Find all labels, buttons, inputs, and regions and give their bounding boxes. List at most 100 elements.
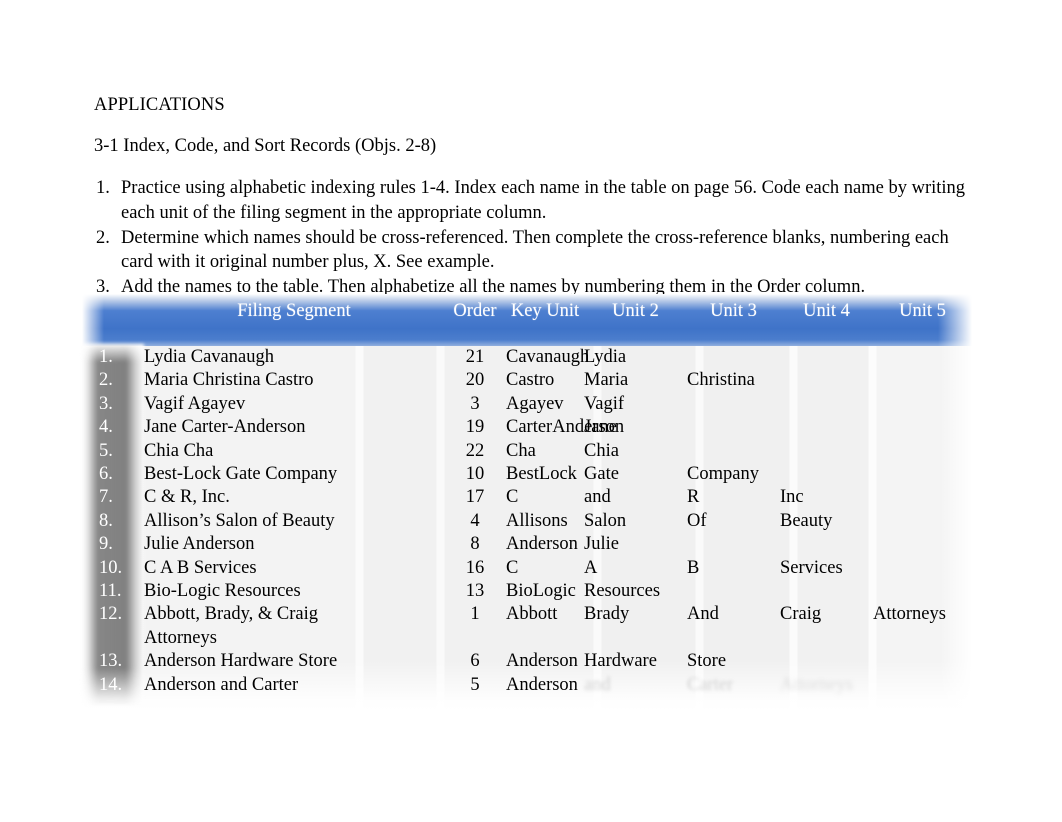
cell-unit-2: Lydia: [584, 347, 627, 367]
table-row: 2. Maria Christina Castro 20 Castro Maria Chr…: [82, 369, 972, 392]
cell-key-unit: Cha: [506, 440, 536, 461]
table-row: 7. C & R, Inc. 17 Cand R Inc: [82, 486, 972, 509]
cell-unit-5: Attorneys: [873, 604, 946, 625]
table-header-row: Filing Segment Order Key Unit Unit 2 Uni…: [82, 294, 972, 350]
cell-key-unit: Cavanaugh: [506, 347, 590, 367]
cell-filing-segment: Vagif Agayev: [144, 393, 246, 414]
cell-unit-2: Hardware: [584, 651, 657, 672]
cell-filing-segment: C A B Services: [144, 557, 257, 578]
cell-filing-segment: C & R, Inc.: [144, 487, 230, 508]
cell-unit-4: Beauty: [780, 510, 833, 531]
cell-unit-4: Inc: [780, 487, 804, 508]
cell-filing-segment: Jane Carter-Anderson: [144, 417, 306, 438]
cell-unit-2: Maria: [584, 370, 629, 391]
cell-order: 13: [465, 580, 485, 601]
cell-unit-3: Of: [687, 510, 707, 531]
list-item-text: Practice using alphabetic indexing rules…: [121, 178, 966, 223]
cell-order: 10: [465, 463, 485, 484]
cell-key-unit: Anderson: [506, 651, 578, 672]
column-header-order: Order: [453, 301, 497, 321]
table-row: 11. Bio-Logic Resources 13 BioLogic Resource…: [82, 580, 972, 603]
table-row: 9. Julie Anderson 8 Anderson Julie: [82, 533, 972, 556]
cell-filing-segment: Abbott, Brady, & Craig Attorneys: [144, 604, 319, 648]
cell-key-unit: BestLock: [506, 463, 577, 484]
cell-filing-segment: Lydia Cavanaugh: [144, 347, 274, 367]
cell-unit-2: Jane: [584, 417, 617, 438]
cell-key-unit: Allisons: [506, 510, 568, 531]
cell-unit-2: and: [584, 487, 611, 508]
cell-unit-2: A: [584, 557, 598, 578]
cell-key-unit: Castro: [506, 370, 555, 391]
cell-order: 3: [470, 393, 480, 414]
list-item-text: Determine which names should be cross-re…: [121, 227, 949, 273]
cell-unit-2: Chia: [584, 440, 619, 461]
cell-filing-segment: Allison’s Salon of Beauty: [144, 510, 335, 531]
cell-unit-2: and: [584, 674, 611, 695]
cell-order: 17: [465, 487, 485, 508]
column-header-unit-4: Unit 4: [803, 301, 850, 321]
cell-unit-3: Christina: [687, 370, 755, 391]
cell-key-unit: C: [506, 557, 519, 578]
table-row: 12. Abbott, Brady, & Craig Attorneys 1 Abbo…: [82, 603, 972, 650]
cell-unit-3: And: [687, 604, 719, 625]
section-subtitle: 3-1 Index, Code, and Sort Records (Objs.…: [94, 136, 437, 157]
cell-filing-segment: Anderson and Carter: [144, 674, 299, 695]
document-text-block: APPLICATIONS 3-1 Index, Code, and Sort R…: [94, 94, 966, 300]
cell-order: 22: [465, 440, 485, 461]
column-header-key-unit: Key Unit: [510, 301, 580, 321]
column-header-unit-2: Unit 2: [612, 301, 659, 321]
table-row: 10. C A B Services 16 C A B Services: [82, 557, 972, 580]
page-title: APPLICATIONS: [94, 95, 225, 115]
row-number: 5.: [99, 440, 113, 461]
row-number: 4.: [99, 417, 113, 438]
cell-unit-2: Salon: [584, 510, 627, 531]
cell-unit-3: B: [687, 557, 700, 578]
table-row: 1. Lydia Cavanaugh 21 Cavanaugh Lydia: [82, 346, 972, 369]
filing-segment-table: Filing Segment Order Key Unit Unit 2 Uni…: [82, 294, 972, 714]
cell-order: 6: [470, 651, 480, 672]
cell-order: 5: [470, 674, 480, 695]
table-row: 4. Jane Carter-Anderson 19 CarterAnderson Ja…: [82, 416, 972, 439]
column-header-filing-segment: Filing Segment: [237, 301, 351, 321]
table-row: 6. Best-Lock Gate Company 10 BestLock Gate Co…: [82, 463, 972, 486]
cell-order: 8: [470, 534, 480, 555]
cell-filing-segment: Bio-Logic Resources: [144, 580, 301, 601]
cell-order: 4: [470, 510, 480, 531]
row-number: 6.: [99, 463, 113, 484]
cell-filing-segment: Anderson Hardware Store: [144, 651, 338, 672]
cell-unit-3: Company: [687, 463, 759, 484]
cell-order: 20: [465, 370, 485, 391]
row-number: 2.: [99, 370, 113, 391]
cell-unit-2: Brady: [584, 604, 630, 625]
row-number: 3.: [99, 393, 113, 414]
cell-unit-3: R: [687, 487, 700, 508]
list-item: 2. Determine which names should be cross…: [94, 226, 966, 275]
column-header-unit-3: Unit 3: [710, 301, 757, 321]
cell-order: 1: [470, 604, 480, 625]
column-header-unit-5: Unit 5: [899, 301, 946, 321]
cell-key-unit: C: [506, 487, 519, 508]
cell-unit-3: Store: [687, 651, 727, 672]
cell-filing-segment: Maria Christina Castro: [144, 370, 314, 391]
document-page: APPLICATIONS 3-1 Index, Code, and Sort R…: [0, 0, 1062, 822]
cell-filing-segment: Chia Cha: [144, 440, 214, 461]
cell-key-unit: Anderson: [506, 534, 578, 555]
cell-unit-2: Julie: [584, 534, 619, 555]
row-number: 9.: [99, 534, 113, 555]
cell-unit-2: Vagif: [584, 393, 625, 414]
task-list: 1. Practice using alphabetic indexing ru…: [94, 176, 966, 299]
table-row: 5. Chia Cha 22 Cha Chia: [82, 440, 972, 463]
cell-key-unit: BioLogic: [506, 580, 576, 601]
cell-filing-segment: Best-Lock Gate Company: [144, 463, 338, 484]
cell-unit-3: Carter: [687, 674, 734, 695]
row-number: 1.: [99, 347, 113, 367]
row-number: 13.: [99, 651, 123, 672]
row-number: 10.: [99, 557, 123, 578]
row-number: 8.: [99, 510, 113, 531]
table-row: 14. Anderson and Carter 5 Anderson and Carter…: [82, 674, 972, 697]
cell-order: 16: [465, 557, 485, 578]
cell-key-unit: CarterAnderson: [506, 417, 625, 438]
column-header-rownum: [82, 294, 144, 350]
table-row: 13. Anderson Hardware Store 6 Anderson Hardw…: [82, 650, 972, 673]
cell-unit-4: Attorneys: [780, 674, 853, 695]
